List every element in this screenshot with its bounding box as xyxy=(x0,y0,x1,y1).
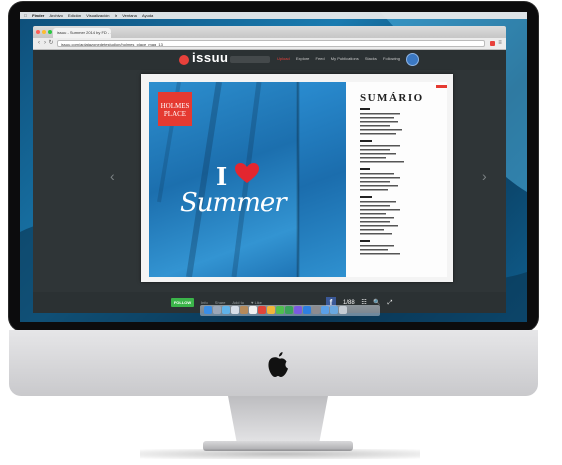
cover-letter-i: I xyxy=(216,162,228,191)
nav-following[interactable]: Following xyxy=(383,56,400,61)
menu-finder[interactable]: Finder xyxy=(32,12,44,19)
toc-entries xyxy=(360,108,404,255)
screen:  Finder Archivo Edición Visualización I… xyxy=(20,12,527,322)
tab-bar: issuu - Summer 2014 by FD - ... xyxy=(33,26,506,38)
menu-visualizacion[interactable]: Visualización xyxy=(86,12,109,19)
dock-itunes-icon[interactable] xyxy=(294,306,302,314)
dock-photos-icon[interactable] xyxy=(267,306,275,314)
holmes-place-logo: HOLMES PLACE xyxy=(158,92,192,126)
menu-edicion[interactable]: Edición xyxy=(68,12,81,19)
issuu-logo-icon[interactable] xyxy=(179,55,189,65)
dock-messages-icon[interactable] xyxy=(276,306,284,314)
menu-archivo[interactable]: Archivo xyxy=(49,12,62,19)
dock-facetime-icon[interactable] xyxy=(285,306,293,314)
page-gutter xyxy=(296,82,300,277)
mac-menubar:  Finder Archivo Edición Visualización I… xyxy=(20,12,527,19)
dock-safari-icon[interactable] xyxy=(222,306,230,314)
nav-feed[interactable]: Feed xyxy=(316,56,325,61)
dock-mail-icon[interactable] xyxy=(231,306,239,314)
follow-button[interactable]: FOLLOW xyxy=(171,298,194,307)
nav-stacks[interactable]: Stacks xyxy=(365,56,377,61)
dock-chrome-icon[interactable] xyxy=(258,306,266,314)
dock-finder-icon[interactable] xyxy=(204,306,212,314)
extension-icon[interactable] xyxy=(490,41,495,46)
issuu-logo-text[interactable]: issuu xyxy=(192,50,228,65)
menu-ir[interactable]: Ir xyxy=(115,12,117,19)
previous-page-icon[interactable]: ‹ xyxy=(110,168,115,184)
menu-ayuda[interactable]: Ayuda xyxy=(142,12,153,19)
nav-upload[interactable]: Upload xyxy=(277,56,290,61)
close-window-icon[interactable] xyxy=(36,30,40,34)
inner-page[interactable] xyxy=(298,82,346,277)
browser-toolbar: ‹ › ↻ issuu.com/aplatazonedetestudion/ho… xyxy=(33,38,506,50)
apple-logo-icon xyxy=(268,352,288,377)
nav-explore[interactable]: Explore xyxy=(296,56,310,61)
cover-headline: Summer xyxy=(180,188,287,218)
reload-icon[interactable]: ↻ xyxy=(48,40,54,46)
minimize-window-icon[interactable] xyxy=(42,30,46,34)
issuu-nav: Upload Explore Feed My Publications Stac… xyxy=(277,56,405,61)
avatar[interactable] xyxy=(406,53,419,66)
dock-downloads-icon[interactable] xyxy=(330,306,338,314)
toc-accent-bar xyxy=(436,85,447,88)
dock-preferences-icon[interactable] xyxy=(312,306,320,314)
heart-icon xyxy=(235,163,259,183)
browser-tab[interactable]: issuu - Summer 2014 by FD - ... xyxy=(53,28,111,38)
dock-launchpad-icon[interactable] xyxy=(213,306,221,314)
fullscreen-icon[interactable]: ⤢ xyxy=(388,300,393,306)
dock-contacts-icon[interactable] xyxy=(240,306,248,314)
dock-folder-icon[interactable] xyxy=(321,306,329,314)
next-page-icon[interactable]: › xyxy=(482,168,487,184)
address-bar[interactable]: issuu.com/aplatazonedetestudion/holmes_p… xyxy=(57,40,485,47)
dock-calendar-icon[interactable] xyxy=(249,306,257,314)
dock-trash-icon[interactable] xyxy=(339,306,347,314)
toc-title: SUMÁRIO xyxy=(360,92,424,104)
desk-shadow xyxy=(140,449,420,459)
menu-ventana[interactable]: Ventana xyxy=(122,12,137,19)
nav-my-publications[interactable]: My Publications xyxy=(331,56,359,61)
imac-stand xyxy=(228,396,328,444)
apple-menu-icon[interactable]:  xyxy=(24,12,27,19)
dock-appstore-icon[interactable] xyxy=(303,306,311,314)
search-input[interactable] xyxy=(230,56,270,63)
maximize-window-icon[interactable] xyxy=(48,30,52,34)
menu-icon[interactable]: ≡ xyxy=(497,40,503,46)
